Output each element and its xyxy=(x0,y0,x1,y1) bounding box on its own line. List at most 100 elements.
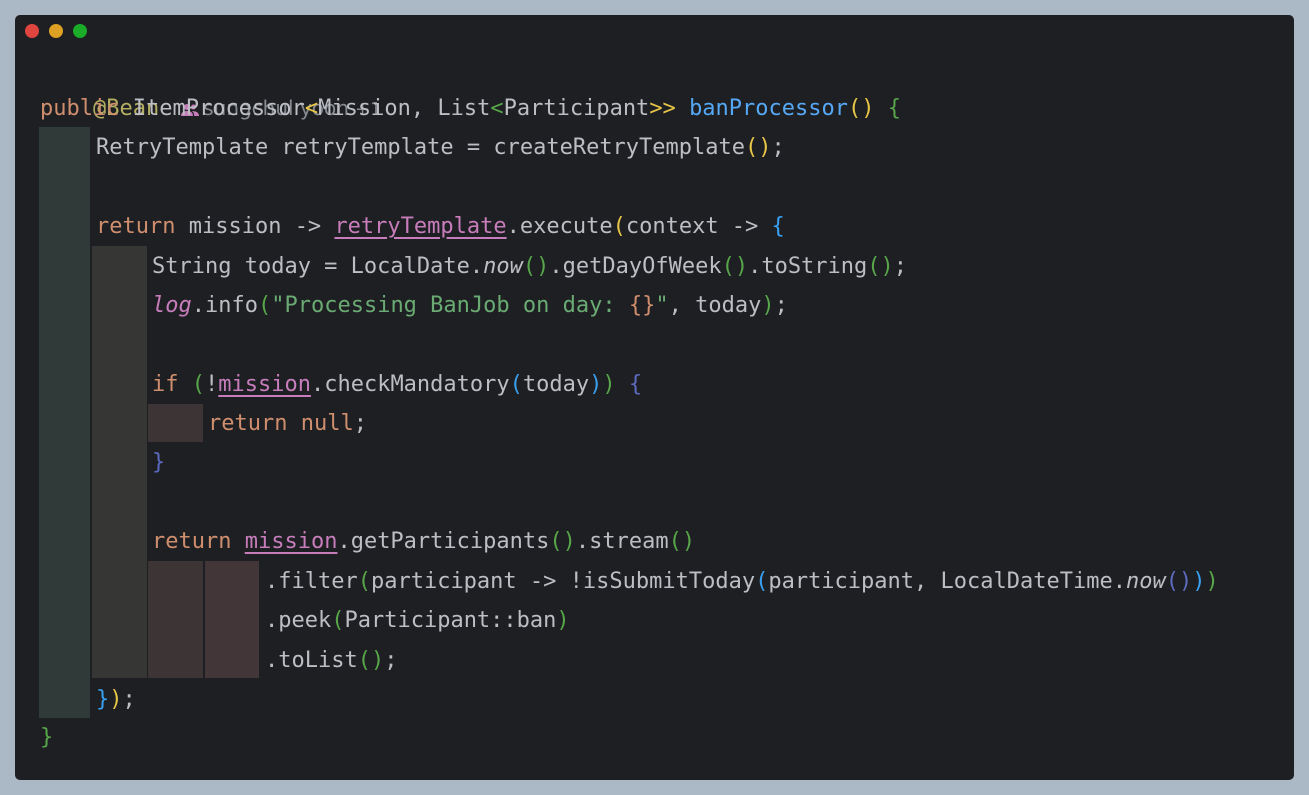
code-token: ItemProcessor xyxy=(119,96,305,121)
bracket-token: () xyxy=(745,135,772,160)
bracket-token: ) xyxy=(1192,569,1206,594)
code-line-11: } xyxy=(152,443,165,482)
code-line-16: .toList(); xyxy=(265,641,397,680)
code-token: .toString xyxy=(748,254,868,279)
code-line-5: return mission -> retryTemplate.execute(… xyxy=(96,207,785,246)
indent-guide-level-1 xyxy=(39,127,90,718)
code-token: participant -> !isSubmitToday xyxy=(370,569,756,594)
bracket-token: ( xyxy=(257,293,272,318)
code-line-18: } xyxy=(40,718,53,757)
code-token: .execute xyxy=(506,214,613,239)
bracket-token: } xyxy=(96,687,110,712)
indent-guide-level-2 xyxy=(92,246,147,678)
bracket-token: { xyxy=(887,96,902,121)
close-window-button[interactable] xyxy=(25,24,39,38)
bracket-token: () xyxy=(522,254,550,279)
code-token: context -> xyxy=(625,214,772,239)
bracket-token: ) xyxy=(589,372,603,397)
code-token: ; xyxy=(353,411,367,436)
code-token: mission -> xyxy=(175,214,335,239)
bracket-token: () xyxy=(1165,569,1193,594)
code-line-3: RetryTemplate retryTemplate = createRetr… xyxy=(96,128,785,167)
bracket-token: >> xyxy=(649,96,676,121)
code-token: .checkMandatory xyxy=(310,372,510,397)
string-token: " xyxy=(655,293,669,318)
keyword-token: public xyxy=(40,96,120,121)
code-token: Mission, List xyxy=(318,96,491,121)
method-name-token: banProcessor xyxy=(689,96,849,121)
bracket-token: ( xyxy=(612,214,626,239)
bracket-token: () xyxy=(721,254,749,279)
bracket-token: < xyxy=(304,96,319,121)
field-token: mission xyxy=(218,372,311,397)
string-token: "Processing BanJob on day: xyxy=(271,293,629,318)
code-line-2: public ItemProcessor<Mission, List<Parti… xyxy=(40,89,901,128)
bracket-token: ) xyxy=(761,293,775,318)
bracket-token: { xyxy=(771,214,785,239)
code-token: ; xyxy=(384,648,398,673)
keyword-token: return xyxy=(96,214,176,239)
code-token: ; xyxy=(771,135,785,160)
code-token: .getParticipants xyxy=(337,529,550,554)
code-token: ; xyxy=(774,293,788,318)
code-token: .filter xyxy=(265,569,358,594)
bracket-token: ) xyxy=(556,608,570,633)
keyword-token: null xyxy=(300,411,354,436)
static-call-token: now xyxy=(1125,569,1166,594)
code-token: ! xyxy=(205,372,219,397)
keyword-token: if xyxy=(152,372,179,397)
bracket-token: { xyxy=(628,372,643,397)
bracket-token: < xyxy=(490,96,504,121)
code-token: , today xyxy=(668,293,762,318)
minimize-window-button[interactable] xyxy=(49,24,63,38)
code-token: Participant xyxy=(503,96,650,121)
bracket-token: ( xyxy=(755,569,769,594)
code-token: participant, LocalDateTime. xyxy=(768,569,1126,594)
static-field-token: log xyxy=(152,293,192,318)
bracket-token: } xyxy=(152,450,166,475)
bracket-token: () xyxy=(867,254,894,279)
field-token: mission xyxy=(244,529,338,554)
code-line-17: }); xyxy=(96,680,136,719)
code-window: @Bean sungchul yoon +1 public ItemProcesso… xyxy=(15,15,1294,780)
code-line-1: @Bean sungchul yoon +1 xyxy=(40,50,382,121)
field-token: retryTemplate xyxy=(334,214,507,239)
code-token: .toList xyxy=(265,648,358,673)
format-placeholder-token: {} xyxy=(628,293,656,318)
bracket-token: ) xyxy=(1205,569,1219,594)
code-line-14: .filter(participant -> !isSubmitToday(pa… xyxy=(265,562,1219,601)
bracket-token: ) xyxy=(602,372,616,397)
bracket-token: ) xyxy=(109,687,123,712)
static-call-token: now xyxy=(483,254,523,279)
bracket-token: () xyxy=(848,96,875,121)
bracket-token: ( xyxy=(357,569,371,594)
code-token: String today = LocalDate. xyxy=(152,254,484,279)
code-token: today xyxy=(522,372,590,397)
code-line-7: log.info("Processing BanJob on day: {}",… xyxy=(152,286,788,325)
bracket-token: () xyxy=(668,529,696,554)
code-line-15: .peek(Participant::ban) xyxy=(265,601,570,640)
indent-guide-level-3 xyxy=(148,404,203,442)
bracket-token: ( xyxy=(191,372,205,397)
code-line-10: return null; xyxy=(208,404,367,443)
code-line-13: return mission.getParticipants().stream(… xyxy=(152,522,695,561)
code-line-9: if (!mission.checkMandatory(today)) { xyxy=(152,365,642,404)
bracket-token: ( xyxy=(509,372,523,397)
code-token: .info xyxy=(191,293,258,318)
bracket-token: () xyxy=(357,648,385,673)
code-token: .peek xyxy=(265,608,332,633)
code-token: ; xyxy=(122,687,136,712)
code-token: ; xyxy=(893,254,908,279)
code-token: .stream xyxy=(575,529,669,554)
bracket-token: } xyxy=(40,725,54,750)
maximize-window-button[interactable] xyxy=(73,24,87,38)
keyword-token: return xyxy=(208,411,288,436)
indent-guide-level-4-chain xyxy=(205,561,259,678)
code-line-6: String today = LocalDate.now().getDayOfW… xyxy=(152,247,907,286)
